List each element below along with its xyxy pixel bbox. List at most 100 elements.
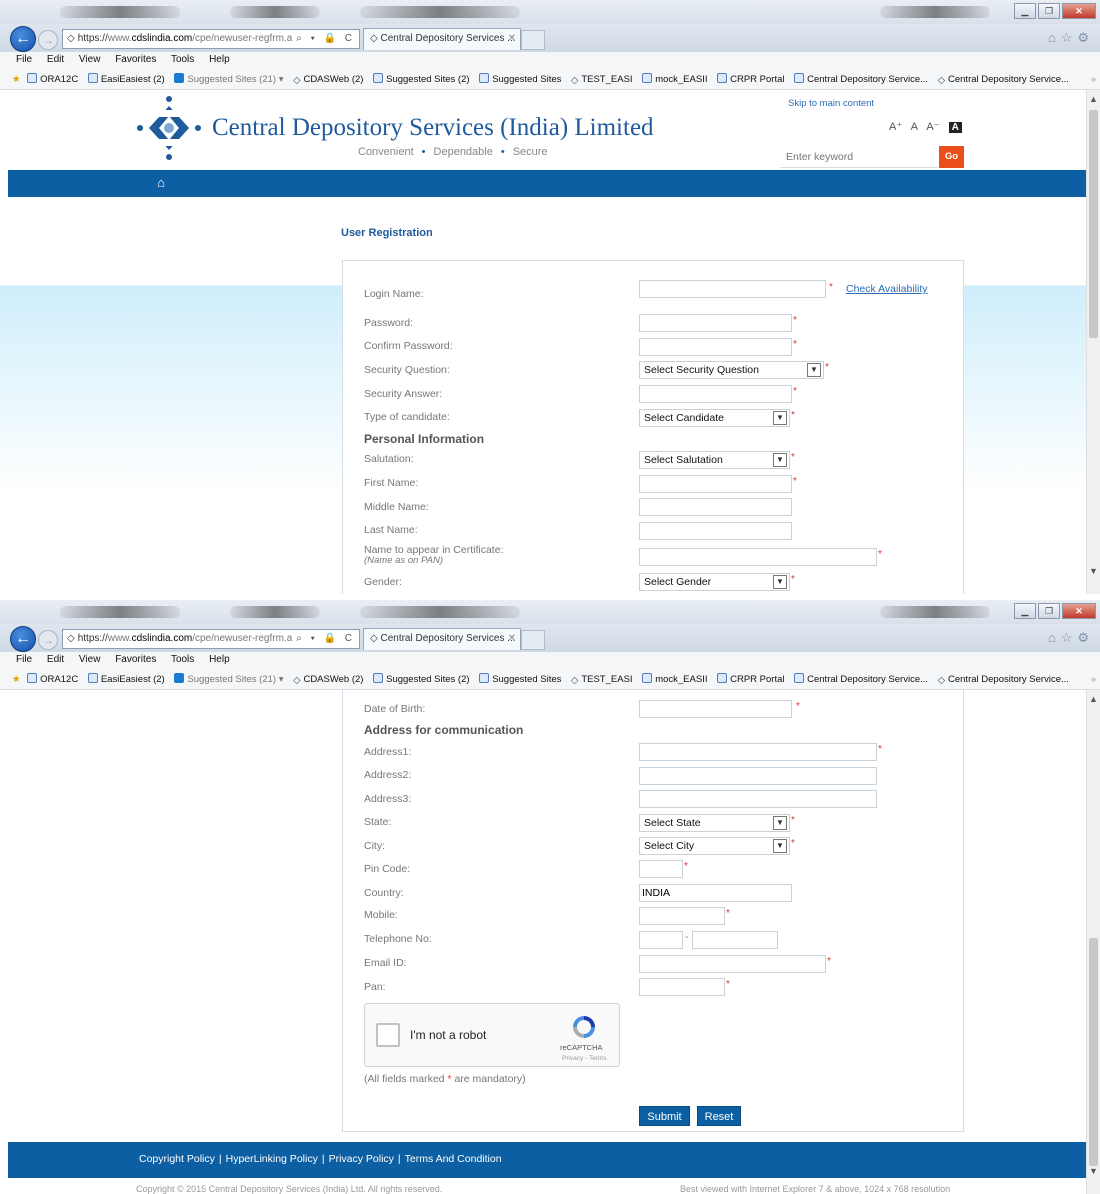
favorites-star-icon[interactable]: ★ <box>12 74 21 85</box>
forward-button[interactable]: → <box>38 30 58 50</box>
favorite-link[interactable]: Central Depository Service... <box>794 673 928 685</box>
gear-icon[interactable]: ⚙ <box>1077 630 1094 645</box>
city-select[interactable]: Select City ▼ <box>639 837 790 855</box>
menu-file[interactable]: File <box>16 654 32 665</box>
favorite-link[interactable]: EasiEasiest (2) <box>87 73 165 85</box>
scroll-up-icon[interactable]: ▲ <box>1087 694 1100 708</box>
scroll-down-icon[interactable]: ▼ <box>1087 1166 1100 1180</box>
more-favorites-icon[interactable]: » <box>1091 670 1096 689</box>
favorite-link[interactable]: ◇ Central Depository Service... <box>938 674 1069 686</box>
footer-link-terms[interactable]: Terms And Condition <box>405 1153 502 1165</box>
font-normal-button[interactable]: A <box>911 121 918 133</box>
menu-help[interactable]: Help <box>209 654 230 665</box>
home-icon[interactable]: ⌂ <box>1048 30 1061 45</box>
font-increase-button[interactable]: A⁺ <box>889 121 902 133</box>
address-controls[interactable]: ⌕ ▾ 🔒 C <box>296 630 355 648</box>
favorites-star-icon[interactable]: ☆ <box>1061 30 1078 45</box>
address2-input[interactable] <box>639 767 877 785</box>
favorite-link[interactable]: ◇ Central Depository Service... <box>938 74 1069 86</box>
favorite-link[interactable]: Suggested Sites <box>479 73 561 85</box>
close-tab-icon[interactable]: ✕ <box>508 629 516 649</box>
back-button[interactable]: ← <box>10 626 36 652</box>
pin-code-input[interactable] <box>639 860 683 878</box>
favorite-link[interactable]: Central Depository Service... <box>794 73 928 85</box>
address-bar[interactable]: ◇ https://www.cdslindia.com/cpe/newuser-r… <box>62 29 360 49</box>
favorite-link[interactable]: ORA12C <box>27 73 78 85</box>
state-select[interactable]: Select State ▼ <box>639 814 790 832</box>
password-input[interactable] <box>639 314 792 332</box>
mobile-input[interactable] <box>639 907 725 925</box>
search-input[interactable] <box>780 146 938 168</box>
country-input[interactable] <box>639 884 792 902</box>
browser-tab[interactable]: ◇ Central Depository Services ... ✕ <box>363 28 521 50</box>
forward-button[interactable]: → <box>38 630 58 650</box>
candidate-type-select[interactable]: Select Candidate ▼ <box>639 409 790 427</box>
address3-input[interactable] <box>639 790 877 808</box>
certificate-name-input[interactable] <box>639 548 877 566</box>
favorite-link[interactable]: Suggested Sites (21) ▾ <box>174 73 284 85</box>
close-window-button[interactable]: ✕ <box>1062 603 1096 619</box>
favorite-link[interactable]: CRPR Portal <box>717 73 784 85</box>
address-controls[interactable]: ⌕ ▾ 🔒 C <box>296 30 355 48</box>
minimize-button[interactable]: ▁ <box>1014 603 1036 619</box>
favorite-link[interactable]: ◇ TEST_EASI <box>571 74 633 86</box>
high-contrast-button[interactable]: A <box>948 122 962 133</box>
favorite-link[interactable]: mock_EASII <box>642 673 707 685</box>
favorite-link[interactable]: mock_EASII <box>642 73 707 85</box>
email-input[interactable] <box>639 955 826 973</box>
pan-input[interactable] <box>639 978 725 996</box>
home-icon[interactable]: ⌂ <box>1048 630 1061 645</box>
menu-view[interactable]: View <box>79 654 101 665</box>
login-name-input[interactable] <box>639 280 826 298</box>
menu-view[interactable]: View <box>79 54 101 65</box>
vertical-scrollbar[interactable]: ▲ ▼ <box>1086 690 1100 1194</box>
telephone-number-input[interactable] <box>692 931 778 949</box>
new-tab-button[interactable] <box>521 630 545 650</box>
gear-icon[interactable]: ⚙ <box>1077 30 1094 45</box>
last-name-input[interactable] <box>639 522 792 540</box>
footer-link-privacy[interactable]: Privacy Policy <box>329 1153 394 1165</box>
salutation-select[interactable]: Select Salutation ▼ <box>639 451 790 469</box>
new-tab-button[interactable] <box>521 30 545 50</box>
favorite-link[interactable]: ◇ TEST_EASI <box>571 674 633 686</box>
menu-favorites[interactable]: Favorites <box>115 54 156 65</box>
favorites-star-icon[interactable]: ☆ <box>1061 630 1078 645</box>
security-question-select[interactable]: Select Security Question ▼ <box>639 361 824 379</box>
favorite-link[interactable]: CRPR Portal <box>717 673 784 685</box>
recaptcha-terms-link[interactable]: Privacy - Terms <box>562 1055 607 1062</box>
more-favorites-icon[interactable]: » <box>1091 70 1096 89</box>
scroll-up-icon[interactable]: ▲ <box>1087 94 1100 108</box>
favorite-link[interactable]: Suggested Sites (21) ▾ <box>174 673 284 685</box>
menu-edit[interactable]: Edit <box>47 654 64 665</box>
menu-help[interactable]: Help <box>209 54 230 65</box>
telephone-std-input[interactable] <box>639 931 683 949</box>
favorite-link[interactable]: ◇ CDASWeb (2) <box>293 674 363 686</box>
favorite-link[interactable]: Suggested Sites (2) <box>373 673 470 685</box>
minimize-button[interactable]: ▁ <box>1014 3 1036 19</box>
menu-tools[interactable]: Tools <box>171 654 194 665</box>
skip-to-main-link[interactable]: Skip to main content <box>788 98 874 109</box>
menu-favorites[interactable]: Favorites <box>115 654 156 665</box>
menu-tools[interactable]: Tools <box>171 54 194 65</box>
middle-name-input[interactable] <box>639 498 792 516</box>
restore-button[interactable]: ❐ <box>1038 603 1060 619</box>
favorite-link[interactable]: ◇ CDASWeb (2) <box>293 74 363 86</box>
scroll-down-icon[interactable]: ▼ <box>1087 566 1100 580</box>
gender-select[interactable]: Select Gender ▼ <box>639 573 790 591</box>
menu-edit[interactable]: Edit <box>47 54 64 65</box>
back-button[interactable]: ← <box>10 26 36 52</box>
restore-button[interactable]: ❐ <box>1038 3 1060 19</box>
scroll-thumb[interactable] <box>1089 110 1098 338</box>
security-answer-input[interactable] <box>639 385 792 403</box>
footer-link-copyright[interactable]: Copyright Policy <box>139 1153 215 1165</box>
menu-file[interactable]: File <box>16 54 32 65</box>
first-name-input[interactable] <box>639 475 792 493</box>
confirm-password-input[interactable] <box>639 338 792 356</box>
dob-input[interactable] <box>639 700 792 718</box>
browser-tab[interactable]: ◇ Central Depository Services ... ✕ <box>363 628 521 650</box>
address-bar[interactable]: ◇ https://www.cdslindia.com/cpe/newuser-r… <box>62 629 360 649</box>
favorite-link[interactable]: ORA12C <box>27 673 78 685</box>
close-window-button[interactable]: ✕ <box>1062 3 1096 19</box>
font-decrease-button[interactable]: A⁻ <box>926 121 939 133</box>
favorite-link[interactable]: Suggested Sites <box>479 673 561 685</box>
